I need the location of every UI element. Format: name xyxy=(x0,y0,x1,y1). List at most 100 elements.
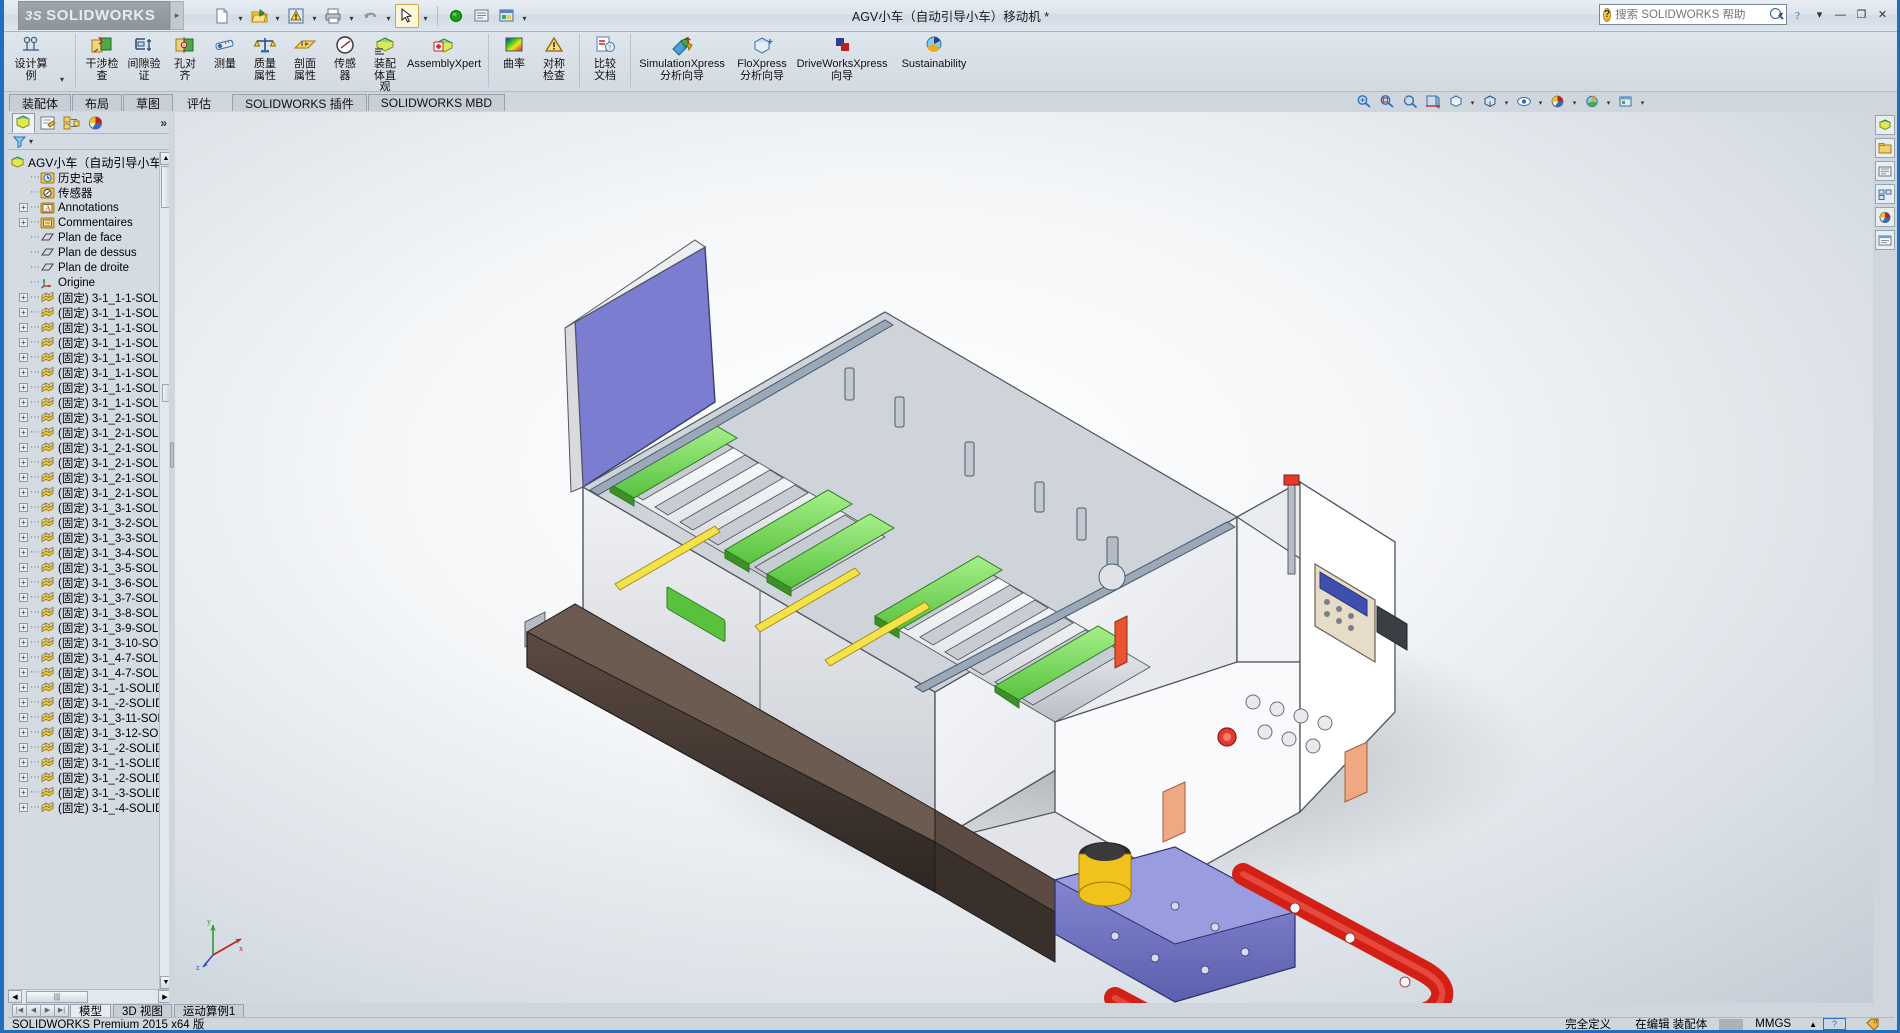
expand-toggle[interactable]: + xyxy=(19,458,28,467)
units-label[interactable]: MMGS xyxy=(1743,1018,1803,1030)
expand-toggle[interactable]: + xyxy=(19,713,28,722)
tree-item[interactable]: +⋯(固定) 3-1_3-12-SOLID1 xyxy=(8,725,172,740)
command-curvature[interactable]: 曲率 xyxy=(494,32,534,71)
tab-evaluate[interactable]: 评估 xyxy=(174,94,224,111)
tree-item[interactable]: +⋯(固定) 3-1_3-8-SOLID1< xyxy=(8,605,172,620)
expand-toggle[interactable]: + xyxy=(19,338,28,347)
save-document-button[interactable] xyxy=(284,4,308,28)
expand-toggle[interactable]: + xyxy=(19,428,28,437)
command-mass-properties[interactable]: 质量属性 xyxy=(245,32,285,82)
expand-toggle[interactable]: + xyxy=(19,758,28,767)
command-flo-xpress[interactable]: FloXpress 分析向导 xyxy=(728,32,796,82)
command-clearance-verification[interactable]: 间隙验证 xyxy=(123,32,165,82)
splitter-grab-handle[interactable] xyxy=(170,442,174,468)
file-explorer-icon[interactable] xyxy=(1875,161,1895,181)
help-dropdown-caret[interactable]: ▾ xyxy=(1810,6,1829,23)
edit-appearance-icon[interactable] xyxy=(1547,92,1568,111)
print-document-caret[interactable]: ▾ xyxy=(346,4,357,28)
property-manager-tab[interactable] xyxy=(36,113,59,133)
expand-toggle[interactable]: + xyxy=(19,728,28,737)
help-icon[interactable]: ? xyxy=(1789,6,1808,23)
tree-item[interactable]: +⋯(固定) 3-1_2-1-SOLID2< xyxy=(8,425,172,440)
expand-toggle[interactable]: + xyxy=(19,788,28,797)
expand-toggle[interactable]: + xyxy=(19,563,28,572)
tree-item[interactable]: +⋯Commentaires xyxy=(8,215,172,230)
command-interference-check[interactable]: 干涉检查 xyxy=(81,32,123,82)
nav-first-button[interactable]: |◀ xyxy=(12,1004,27,1017)
tree-item[interactable]: +⋯(固定) 3-1_3-4-SOLID1< xyxy=(8,545,172,560)
undo-caret[interactable]: ▾ xyxy=(383,4,394,28)
tree-item[interactable]: +⋯(固定) 3-1_1-1-SOLID3< xyxy=(8,320,172,335)
configuration-manager-tab[interactable] xyxy=(60,113,83,133)
command-driveworks-xpress[interactable]: DriveWorksXpress 向导 xyxy=(796,32,888,82)
view-palette-icon[interactable] xyxy=(1875,184,1895,204)
tree-item[interactable]: ⋯传感器 xyxy=(8,185,172,200)
expand-toggle[interactable]: + xyxy=(19,653,28,662)
display-style-icon[interactable] xyxy=(1479,92,1500,111)
tag-icon[interactable] xyxy=(1846,1018,1894,1030)
display-manager-tab[interactable] xyxy=(84,113,107,133)
expand-toggle[interactable]: + xyxy=(19,683,28,692)
expand-toggle[interactable]: + xyxy=(19,353,28,362)
tree-item[interactable]: +⋯(固定) 3-1_1-1-SOLID1< xyxy=(8,290,172,305)
expand-toggle[interactable]: + xyxy=(19,203,28,212)
expand-toggle[interactable]: + xyxy=(19,503,28,512)
units-caret-icon[interactable]: ▲ xyxy=(1803,1020,1823,1029)
command-sustainability[interactable]: Sustainability xyxy=(888,32,980,71)
tree-item[interactable]: +⋯(固定) 3-1_1-1-SOLID6< xyxy=(8,365,172,380)
tree-item[interactable]: +⋯(固定) 3-1_2-1-SOLID5< xyxy=(8,470,172,485)
expand-toggle[interactable]: + xyxy=(19,218,28,227)
nav-next-button[interactable]: ▶ xyxy=(40,1004,55,1017)
expand-toggle[interactable]: + xyxy=(19,638,28,647)
command-sensor[interactable]: 传感器 xyxy=(325,32,365,82)
command-section-properties[interactable]: 剖面属性 xyxy=(285,32,325,82)
command-overflow-caret[interactable]: ▾ xyxy=(54,75,70,88)
tree-item[interactable]: +⋯(固定) 3-1_3-2-SOLID1< xyxy=(8,515,172,530)
expand-toggle[interactable]: + xyxy=(19,518,28,527)
command-assembly-visualization[interactable]: 装配体直观 xyxy=(365,32,405,94)
tree-item[interactable]: ⋯Origine xyxy=(8,275,172,290)
expand-toggle[interactable]: + xyxy=(19,593,28,602)
hide-show-items-icon[interactable] xyxy=(1513,92,1534,111)
previous-view-icon[interactable] xyxy=(1399,92,1420,111)
expand-toggle[interactable]: + xyxy=(19,623,28,632)
tree-item[interactable]: +⋯(固定) 3-1_2-1-SOLID4< xyxy=(8,455,172,470)
tree-root-item[interactable]: AGV小车（自动引导小车）移 xyxy=(8,155,172,170)
save-document-caret[interactable]: ▾ xyxy=(309,4,320,28)
help-flag-icon[interactable]: ? xyxy=(1823,1018,1846,1030)
appearances-scenes-icon[interactable] xyxy=(1875,207,1895,227)
tree-item[interactable]: +⋯(固定) 3-1_-3-SOLID1< xyxy=(8,785,172,800)
expand-toggle[interactable]: + xyxy=(19,368,28,377)
help-search-box[interactable]: ? ▾ xyxy=(1599,4,1787,25)
command-hole-alignment[interactable]: 孔对齐 xyxy=(165,32,205,82)
new-document-caret[interactable]: ▾ xyxy=(235,4,246,28)
edit-appearance-caret[interactable]: ▾ xyxy=(1570,92,1579,111)
tree-item[interactable]: ⋯Plan de dessus xyxy=(8,245,172,260)
tree-item[interactable]: +⋯(固定) 3-1_3-3-SOLID1< xyxy=(8,530,172,545)
expand-toggle[interactable]: + xyxy=(19,413,28,422)
tree-item[interactable]: +⋯(固定) 3-1_1-1-SOLID5< xyxy=(8,350,172,365)
tree-item[interactable]: +⋯(固定) 3-1_-1-SOLID1< xyxy=(8,680,172,695)
maximize-button[interactable]: ❐ xyxy=(1852,6,1871,23)
apply-scene-icon[interactable] xyxy=(1581,92,1602,111)
tree-item[interactable]: +⋯(固定) 3-1_1-1-SOLID8< xyxy=(8,395,172,410)
expand-toggle[interactable]: + xyxy=(19,308,28,317)
undo-button[interactable] xyxy=(358,4,382,28)
command-measure[interactable]: 测量 xyxy=(205,32,245,71)
tree-item[interactable]: +⋯(固定) 3-1_1-1-SOLID2< xyxy=(8,305,172,320)
tab-assembly[interactable]: 装配体 xyxy=(9,94,71,111)
tab-layout[interactable]: 布局 xyxy=(72,94,122,111)
display-style-caret[interactable]: ▾ xyxy=(1502,92,1511,111)
command-symmetry-check[interactable]: 对称检查 xyxy=(534,32,574,82)
expand-toggle[interactable]: + xyxy=(19,773,28,782)
open-document-caret[interactable]: ▾ xyxy=(272,4,283,28)
options-button[interactable] xyxy=(494,4,518,28)
filter-caret-icon[interactable]: ▾ xyxy=(29,137,33,146)
expand-toggle[interactable]: + xyxy=(19,698,28,707)
nav-prev-button[interactable]: ◀ xyxy=(26,1004,41,1017)
command-design-study[interactable]: 设计算例 xyxy=(8,32,54,82)
expand-toggle[interactable]: + xyxy=(19,668,28,677)
menu-expand-arrow[interactable]: ▸ xyxy=(170,1,184,30)
print-document-button[interactable] xyxy=(321,4,345,28)
tree-item[interactable]: +⋯(固定) 3-1_3-6-SOLID1< xyxy=(8,575,172,590)
